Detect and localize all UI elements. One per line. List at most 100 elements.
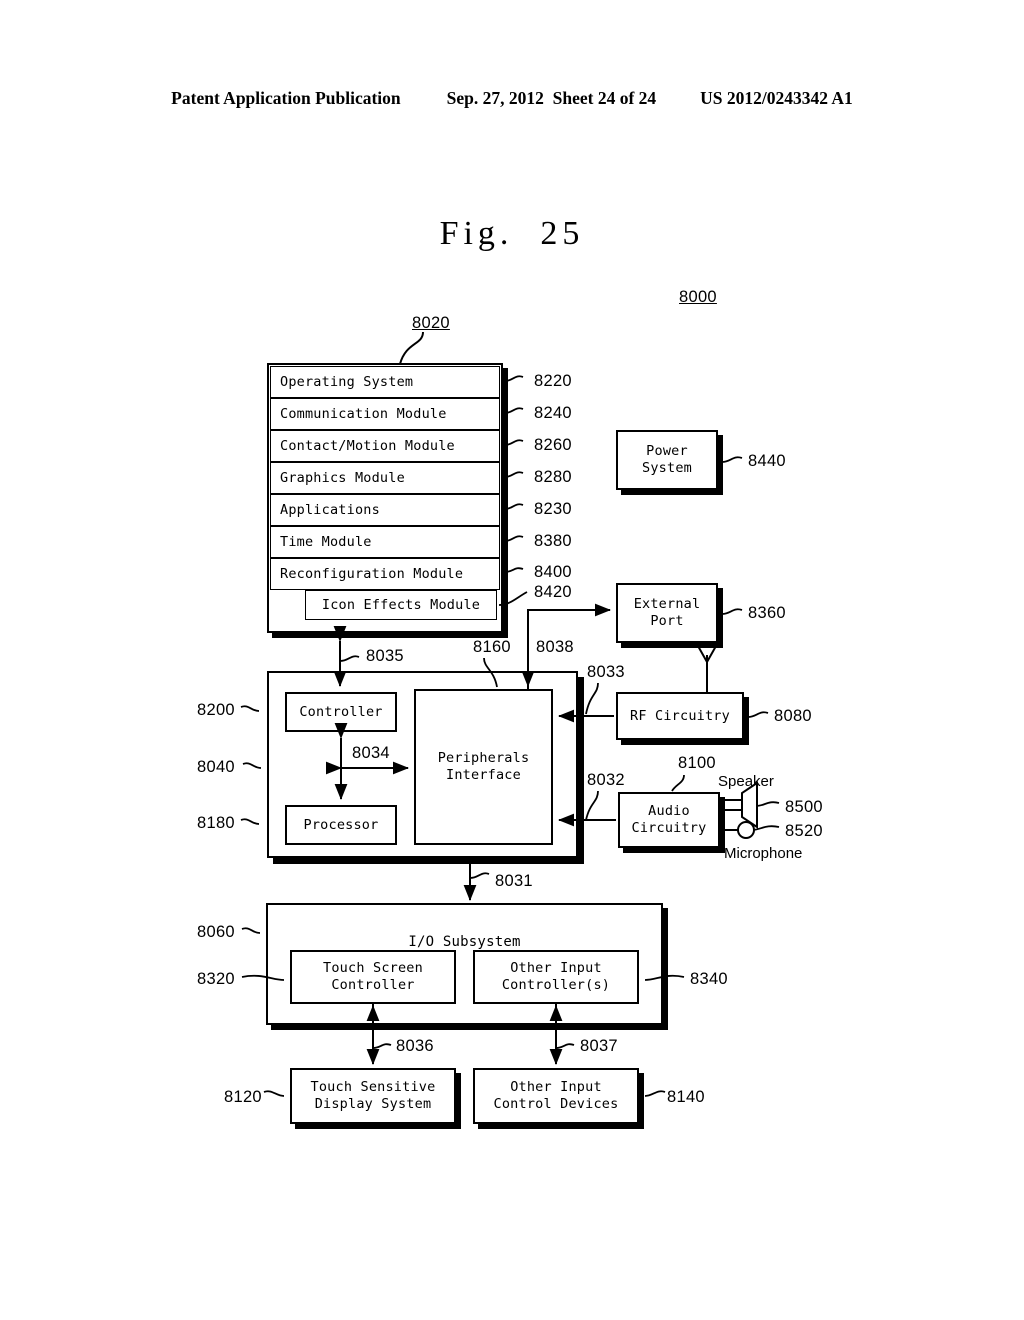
ref-8360: 8360 <box>748 604 786 622</box>
leader-8500 <box>755 801 780 807</box>
ref-8260: 8260 <box>534 436 572 454</box>
ref-8060: 8060 <box>197 923 235 941</box>
touch-sensitive-display-block[interactable]: Touch Sensitive Display System <box>290 1068 456 1124</box>
audio-circuitry-label: Audio Circuitry <box>631 803 707 836</box>
ref-8032: 8032 <box>587 771 625 789</box>
ref-8160: 8160 <box>473 638 511 656</box>
leader-8060 <box>241 927 261 934</box>
io-subsystem-label: I/O Subsystem <box>408 933 521 950</box>
leader-8036 <box>372 1043 392 1049</box>
external-port-block[interactable]: External Port <box>616 583 718 643</box>
leader-8020 <box>399 331 424 365</box>
leader-8080 <box>747 711 769 718</box>
ref-8038: 8038 <box>536 638 574 656</box>
ref-8034: 8034 <box>352 744 390 762</box>
ref-8035: 8035 <box>366 647 404 665</box>
external-port-label: External Port <box>633 596 701 629</box>
controller-block[interactable]: Controller <box>285 692 397 732</box>
memory-row-label: Icon Effects Module <box>321 597 481 613</box>
leader-8240 <box>504 407 524 414</box>
speaker-label: Speaker <box>718 773 774 790</box>
peripherals-interface-label: Peripherals Interface <box>437 750 530 783</box>
memory-row-label: Contact/Motion Module <box>280 438 455 454</box>
memory-row-label: Time Module <box>280 534 372 550</box>
memory-row-label: Communication Module <box>280 406 447 422</box>
leader-8200 <box>240 705 260 712</box>
rf-circuitry-block[interactable]: RF Circuitry <box>616 692 744 740</box>
microphone-icon <box>737 821 755 839</box>
peripherals-interface-block[interactable]: Peripherals Interface <box>414 689 553 845</box>
sheet-header: Patent Application Publication Sep. 27, … <box>0 88 1024 109</box>
other-input-devices-block[interactable]: Other Input Control Devices <box>473 1068 639 1124</box>
ref-8500: 8500 <box>785 798 823 816</box>
memory-row-applications[interactable]: Applications <box>270 494 500 526</box>
microphone-label: Microphone <box>724 845 803 862</box>
memory-row-label: Applications <box>280 502 380 518</box>
memory-row-graphics-module[interactable]: Graphics Module <box>270 462 500 494</box>
other-input-devices-label: Other Input Control Devices <box>493 1079 619 1112</box>
memory-row-label: Operating System <box>280 374 414 390</box>
leader-8120 <box>263 1090 285 1097</box>
memory-row-reconfiguration-module[interactable]: Reconfiguration Module <box>270 558 500 590</box>
leader-8140 <box>644 1090 666 1097</box>
leader-8035 <box>339 655 360 662</box>
leader-8031 <box>469 872 490 879</box>
ref-8031: 8031 <box>495 872 533 890</box>
leader-8230 <box>504 503 524 510</box>
header-docnum: US 2012/0243342 A1 <box>700 88 853 108</box>
leader-8400 <box>504 567 524 573</box>
power-system-label: Power System <box>642 443 692 476</box>
header-publication: Patent Application Publication <box>171 88 401 108</box>
leader-8180 <box>240 818 260 825</box>
ref-8520: 8520 <box>785 822 823 840</box>
ref-8200: 8200 <box>197 701 235 719</box>
memory-row-communication-module[interactable]: Communication Module <box>270 398 500 430</box>
other-input-controller-label: Other Input Controller(s) <box>501 960 611 993</box>
ref-8120: 8120 <box>224 1088 262 1106</box>
leader-8260 <box>504 439 524 446</box>
leader-8520 <box>751 825 780 831</box>
leader-8100 <box>671 774 685 792</box>
leader-8380 <box>504 535 524 542</box>
leader-8420 <box>498 591 528 606</box>
memory-row-operating-system[interactable]: Operating System <box>270 366 500 398</box>
figure-label: Fig. <box>439 215 514 252</box>
other-input-controller-block[interactable]: Other Input Controller(s) <box>473 950 639 1004</box>
ref-8380: 8380 <box>534 532 572 550</box>
ref-8140: 8140 <box>667 1088 705 1106</box>
ref-8400: 8400 <box>534 563 572 581</box>
power-system-block[interactable]: Power System <box>616 430 718 490</box>
ref-8037: 8037 <box>580 1037 618 1055</box>
leader-8032 <box>585 790 599 821</box>
ref-8420: 8420 <box>534 583 572 601</box>
memory-row-icon-effects-module[interactable]: Icon Effects Module <box>305 590 497 620</box>
controller-label: Controller <box>299 703 383 720</box>
ref-8340: 8340 <box>690 970 728 988</box>
ref-8036: 8036 <box>396 1037 434 1055</box>
audio-circuitry-block[interactable]: Audio Circuitry <box>618 792 720 848</box>
processor-block[interactable]: Processor <box>285 805 397 845</box>
ref-8320: 8320 <box>197 970 235 988</box>
touch-sensitive-display-label: Touch Sensitive Display System <box>310 1079 436 1112</box>
memory-row-contact-motion-module[interactable]: Contact/Motion Module <box>270 430 500 462</box>
system-ref-8000: 8000 <box>679 288 717 306</box>
ref-8080: 8080 <box>774 707 812 725</box>
rf-circuitry-label: RF Circuitry <box>630 707 730 724</box>
memory-row-label: Reconfiguration Module <box>280 566 464 582</box>
ref-8033: 8033 <box>587 663 625 681</box>
figure-number: 25 <box>540 215 585 252</box>
touch-screen-controller-block[interactable]: Touch Screen Controller <box>290 950 456 1004</box>
ref-8040: 8040 <box>197 758 235 776</box>
leader-8440 <box>721 456 743 463</box>
memory-ref-8020: 8020 <box>412 314 450 332</box>
processor-label: Processor <box>303 816 379 833</box>
ref-8220: 8220 <box>534 372 572 390</box>
ref-8440: 8440 <box>748 452 786 470</box>
memory-row-time-module[interactable]: Time Module <box>270 526 500 558</box>
ref-8280: 8280 <box>534 468 572 486</box>
ref-8240: 8240 <box>534 404 572 422</box>
leader-8040 <box>242 762 262 769</box>
leader-8037 <box>555 1043 575 1049</box>
ref-8100: 8100 <box>678 754 716 772</box>
memory-row-label: Graphics Module <box>280 470 405 486</box>
